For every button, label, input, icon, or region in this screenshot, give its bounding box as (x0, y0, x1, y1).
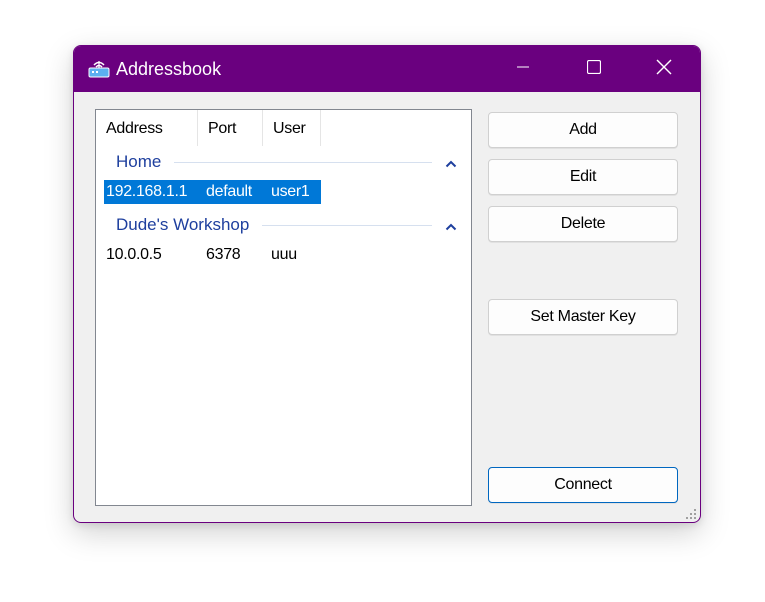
add-button[interactable]: Add (488, 112, 678, 148)
delete-button[interactable]: Delete (488, 206, 678, 242)
group-header-home[interactable]: Home (96, 150, 471, 174)
close-button[interactable] (641, 46, 687, 92)
address-list[interactable]: Address Port User Home 192.168.1.1 defau… (95, 109, 472, 506)
cell-user: user1 (271, 183, 310, 200)
group-title: Dude's Workshop (116, 215, 250, 234)
table-row[interactable]: 192.168.1.1 default user1 (104, 180, 321, 204)
column-header-address[interactable]: Address (96, 110, 198, 146)
cell-port: 6378 (206, 246, 241, 263)
list-header: Address Port User (96, 110, 471, 146)
edit-button[interactable]: Edit (488, 159, 678, 195)
cell-address: 192.168.1.1 (106, 183, 188, 200)
title-bar[interactable]: Addressbook (74, 46, 700, 92)
maximize-button[interactable] (571, 46, 617, 92)
table-row[interactable]: 10.0.0.5 6378 uuu (104, 243, 321, 267)
group-divider (262, 225, 432, 226)
resize-grip-icon[interactable] (685, 507, 697, 519)
minimize-button[interactable] (500, 46, 546, 92)
close-icon (656, 59, 672, 80)
group-header-dudes-workshop[interactable]: Dude's Workshop (96, 213, 471, 237)
group-title: Home (116, 152, 162, 171)
group-divider (174, 162, 432, 163)
set-master-key-button[interactable]: Set Master Key (488, 299, 678, 335)
column-header-port[interactable]: Port (198, 110, 263, 146)
cell-address: 10.0.0.5 (106, 246, 162, 263)
column-header-user[interactable]: User (263, 110, 321, 146)
cell-user: uuu (271, 246, 297, 263)
chevron-up-icon[interactable] (445, 156, 457, 168)
minimize-icon (517, 60, 529, 78)
connect-button[interactable]: Connect (488, 467, 678, 503)
cell-port: default (206, 183, 252, 200)
window-title: Addressbook (116, 59, 222, 79)
router-icon (88, 59, 110, 79)
maximize-icon (586, 59, 602, 79)
addressbook-window: Addressbook Address Port User Home 192.1… (73, 45, 701, 523)
chevron-up-icon[interactable] (445, 219, 457, 231)
